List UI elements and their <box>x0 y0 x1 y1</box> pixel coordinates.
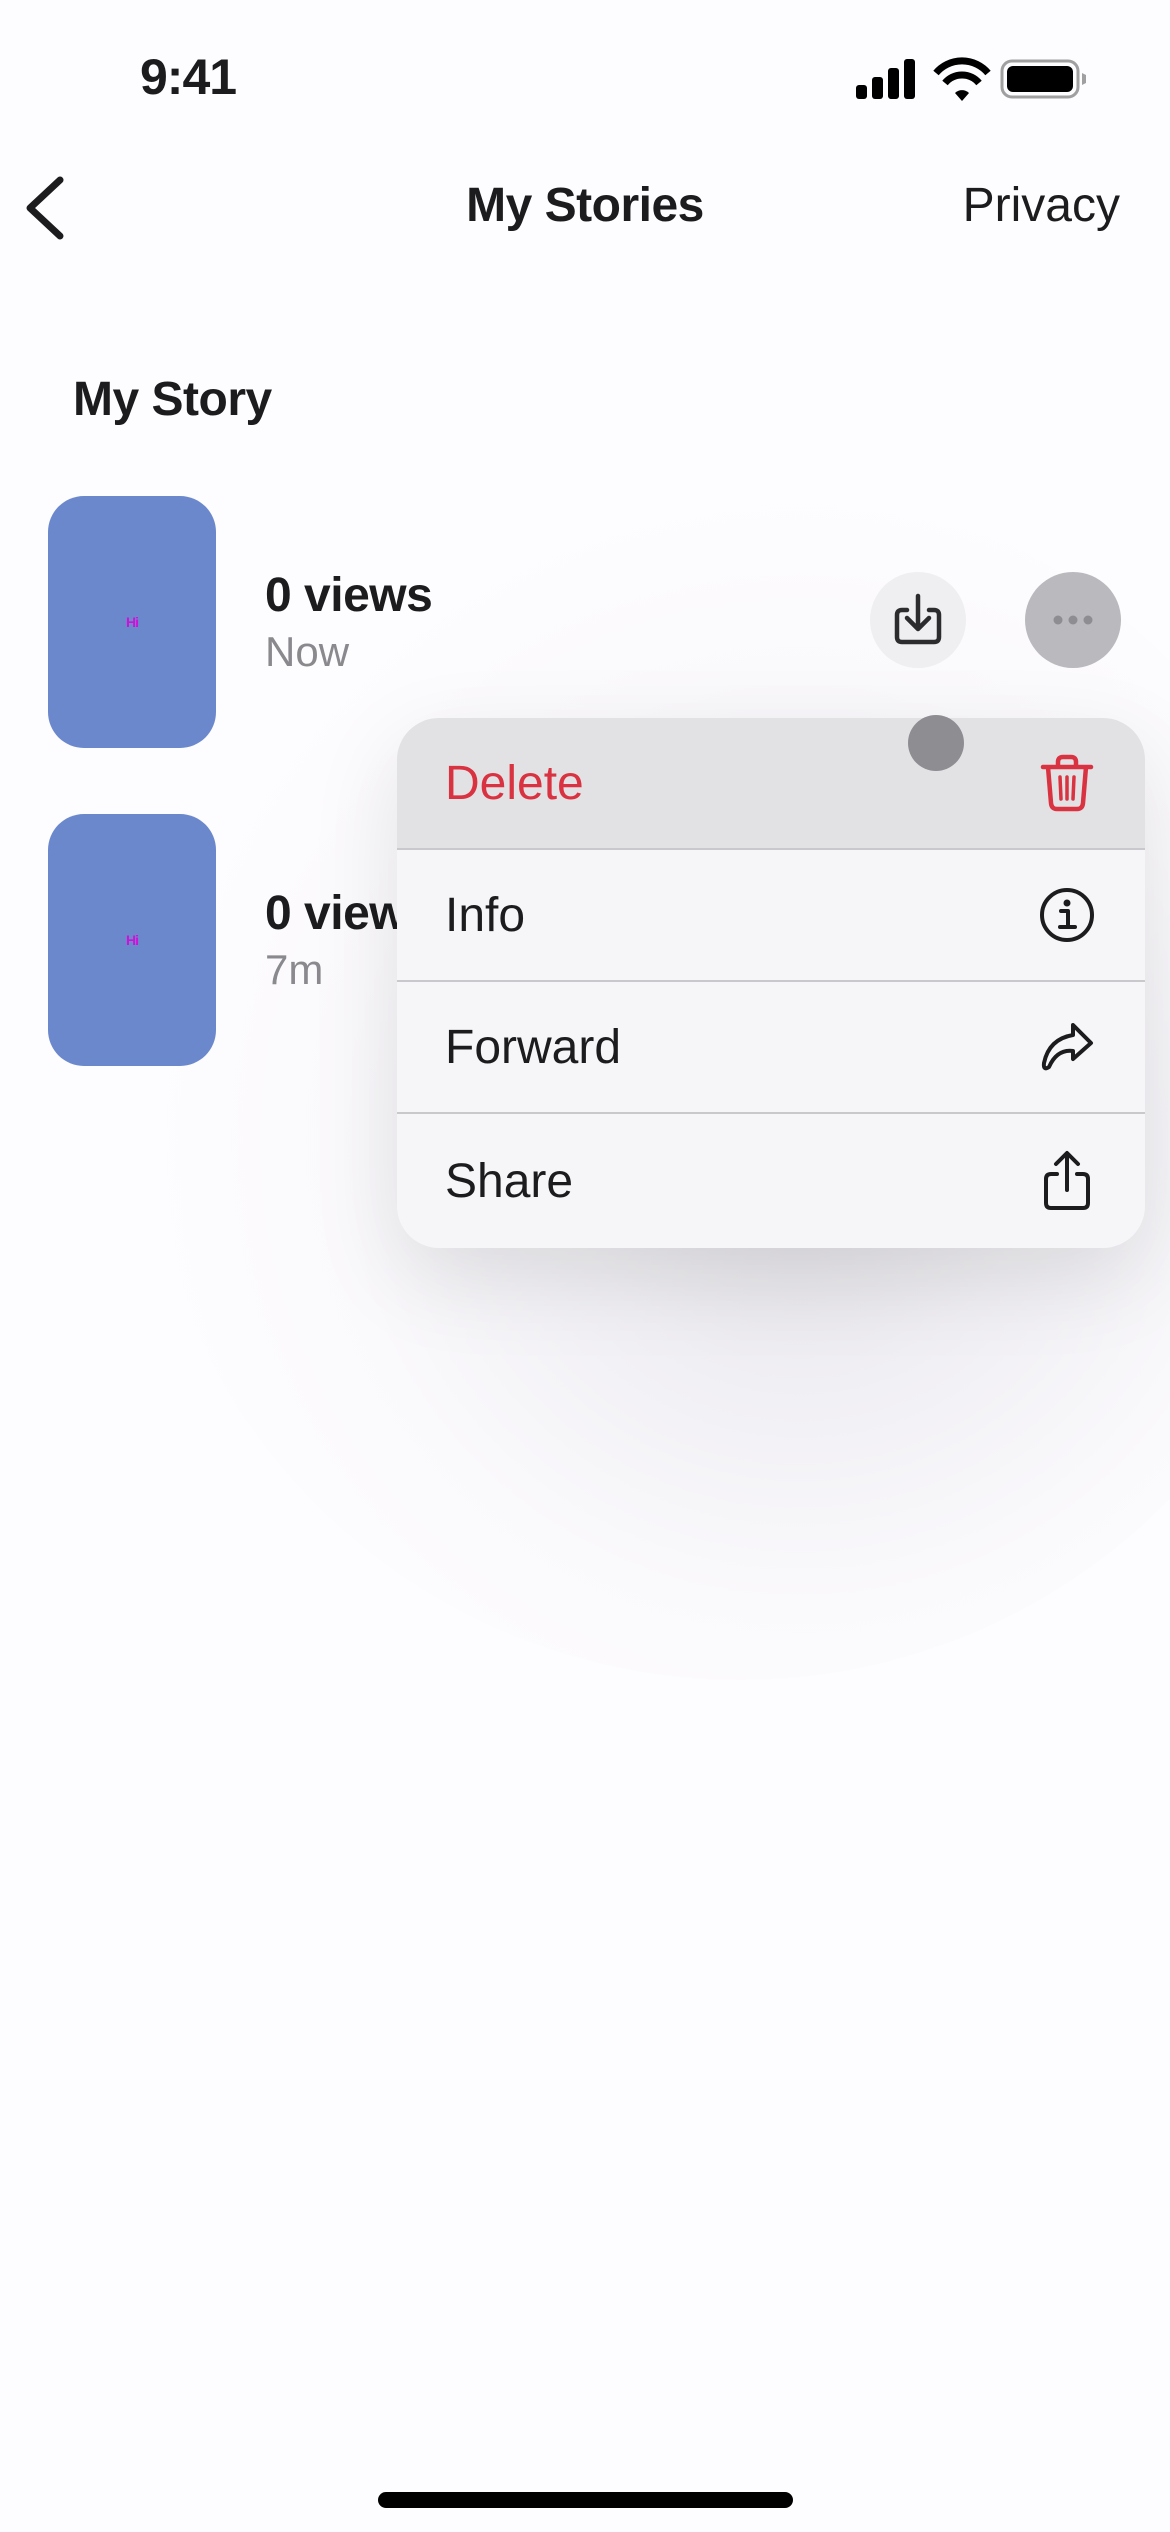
chevron-left-icon <box>26 176 64 240</box>
privacy-button[interactable]: Privacy <box>963 178 1120 233</box>
thumbnail-text: Hi <box>126 614 139 630</box>
story-thumbnail[interactable]: Hi <box>48 814 216 1066</box>
battery-icon <box>1000 59 1086 99</box>
thumbnail-text: Hi <box>126 932 139 948</box>
page-title: My Stories <box>466 179 704 232</box>
menu-item-label: Delete <box>445 756 584 810</box>
info-icon <box>1040 888 1094 942</box>
more-options-button[interactable] <box>1025 572 1121 668</box>
forward-arrow-icon <box>1041 1023 1093 1071</box>
context-menu: Delete Info Forward Share <box>397 718 1145 1248</box>
section-header: My Story <box>73 373 272 426</box>
status-time: 9:41 <box>140 49 237 105</box>
back-button[interactable] <box>18 168 78 248</box>
trash-icon <box>1040 754 1094 812</box>
home-indicator[interactable] <box>378 2492 793 2508</box>
story-age: Now <box>265 628 350 675</box>
menu-item-label: Info <box>445 888 526 942</box>
share-icon <box>1044 1151 1090 1210</box>
story-age: 7m <box>265 946 324 993</box>
story-views: 0 views <box>265 569 433 622</box>
story-thumbnail[interactable]: Hi <box>48 496 216 748</box>
status-icons <box>852 55 1092 105</box>
more-icon <box>1053 615 1093 625</box>
download-icon <box>894 593 942 645</box>
menu-item-forward[interactable]: Forward <box>397 982 1145 1114</box>
menu-item-label: Share <box>445 1154 574 1208</box>
menu-item-label: Forward <box>445 1020 622 1074</box>
menu-item-share[interactable]: Share <box>397 1114 1145 1248</box>
cellular-signal-icon <box>856 59 915 99</box>
menu-item-delete[interactable]: Delete <box>397 718 1145 850</box>
story-row[interactable]: Hi 0 views Now <box>0 496 1170 756</box>
menu-item-info[interactable]: Info <box>397 850 1145 982</box>
save-story-button[interactable] <box>870 572 966 668</box>
wifi-icon <box>933 57 991 101</box>
